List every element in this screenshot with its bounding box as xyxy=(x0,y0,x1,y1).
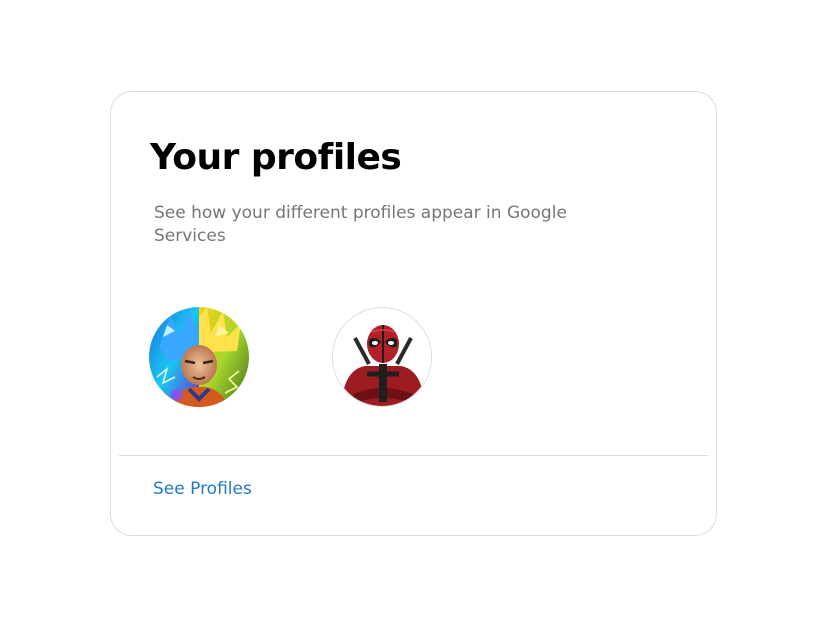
card-subtitle: See how your different profiles appear i… xyxy=(154,203,567,246)
anime-warrior-avatar-icon xyxy=(149,307,249,407)
masked-hero-avatar-icon xyxy=(333,308,431,406)
profile-avatar-1[interactable] xyxy=(149,307,249,407)
profiles-card: Your profiles See how your different pro… xyxy=(110,91,717,536)
profile-avatar-2[interactable] xyxy=(332,307,432,407)
card-divider xyxy=(119,455,708,456)
see-profiles-link[interactable]: See Profiles xyxy=(153,478,252,500)
card-title: Your profiles xyxy=(150,137,402,178)
